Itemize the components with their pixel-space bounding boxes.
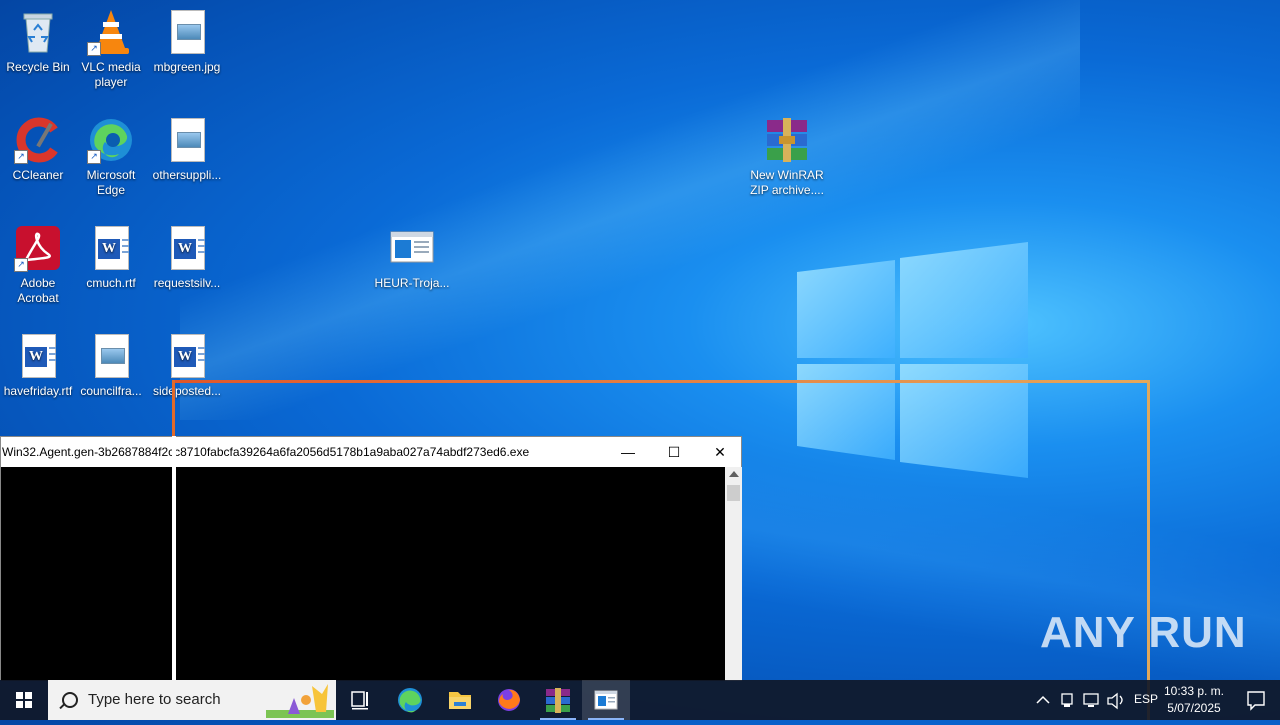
windows-start-icon (16, 692, 32, 708)
icon-label: Adobe Acrobat (17, 276, 59, 305)
shortcut-arrow-icon: ↗ (87, 150, 101, 164)
highlight-line-left (172, 380, 175, 440)
icon-label: VLC media player (81, 60, 141, 89)
taskbar-file-explorer[interactable] (436, 680, 484, 720)
icon-label: havefriday.rtf (3, 384, 73, 398)
desktop-icon-adobe-acrobat[interactable]: ↗ Adobe Acrobat (0, 220, 76, 306)
icon-label: HEUR-Troja... (374, 276, 450, 290)
window-title: Win32.Agent.gen-3b2687884f2cc8710fabcfa3… (2, 445, 530, 459)
image-file-icon (163, 8, 211, 56)
search-placeholder: Type here to search (88, 691, 221, 708)
taskbar-firefox[interactable] (485, 680, 533, 720)
vlc-cone-icon: ↗ (87, 8, 135, 56)
highlight-line-white (172, 436, 176, 720)
scrollbar-thumb[interactable] (727, 485, 740, 501)
search-icon (62, 692, 78, 708)
icon-label: requestsilv... (153, 276, 221, 290)
icon-label: othersuppli... (152, 168, 222, 182)
desktop-icon-heur-troja[interactable]: HEUR-Troja... (374, 220, 450, 291)
desktop-icon-edge[interactable]: ↗ Microsoft Edge (73, 112, 149, 198)
maximize-button[interactable]: ☐ (651, 437, 697, 467)
recycle-bin-icon (14, 8, 62, 56)
image-file-icon (87, 332, 135, 380)
folder-icon (449, 692, 471, 709)
chevron-up-icon[interactable] (1036, 695, 1050, 704)
taskbar: Type here to search ESP 10:33 p. m. 5/07… (0, 680, 1280, 720)
desktop-icon-winrar-archive[interactable]: New WinRAR ZIP archive.... (749, 112, 825, 198)
scroll-up-arrow-icon[interactable] (729, 471, 739, 477)
clock-time: 10:33 p. m. (1163, 684, 1225, 698)
firefox-icon (498, 689, 520, 711)
icon-label: Recycle Bin (6, 60, 70, 74)
desktop-icon-recycle-bin[interactable]: Recycle Bin (0, 4, 76, 75)
desktop-icon-councilfra[interactable]: councilfra... (73, 328, 149, 399)
minimize-button[interactable]: — (605, 437, 651, 467)
close-button[interactable]: ✕ (697, 437, 743, 467)
icon-label: cmuch.rtf (86, 276, 136, 290)
anyrun-watermark: ANY RUN (1040, 608, 1247, 657)
executable-window-icon (388, 224, 436, 272)
task-view-icon (351, 691, 368, 710)
word-document-icon: W (14, 332, 62, 380)
desktop-icon-othersuppli[interactable]: othersuppli... (149, 112, 225, 183)
desktop-icon-ccleaner[interactable]: ↗ CCleaner (0, 112, 76, 183)
icon-label: mbgreen.jpg (153, 60, 221, 74)
taskbar-edge[interactable] (386, 680, 434, 720)
meet-now-icon[interactable] (1061, 693, 1073, 707)
taskbar-console-app[interactable] (582, 680, 630, 720)
image-file-icon (163, 116, 211, 164)
ccleaner-icon: ↗ (14, 116, 62, 164)
taskbar-search-box[interactable]: Type here to search (48, 680, 336, 720)
highlight-line-right (1147, 380, 1150, 720)
clock-date: 5/07/2025 (1167, 701, 1221, 715)
task-view-button[interactable] (336, 680, 384, 720)
vertical-scrollbar[interactable] (725, 467, 742, 681)
shortcut-arrow-icon: ↗ (87, 42, 101, 56)
edge-icon (398, 688, 422, 713)
window-titlebar[interactable]: Win32.Agent.gen-3b2687884f2cc8710fabcfa3… (1, 437, 741, 467)
shortcut-arrow-icon: ↗ (14, 258, 28, 272)
start-button[interactable] (0, 680, 48, 720)
executable-window-icon (594, 690, 618, 710)
taskbar-winrar[interactable] (534, 680, 582, 720)
desktop-icon-sideposted[interactable]: W sideposted... (149, 328, 225, 399)
icon-label: Microsoft Edge (86, 168, 136, 197)
language-indicator[interactable]: ESP (1134, 692, 1158, 706)
desktop-icon-cmuch[interactable]: W cmuch.rtf (73, 220, 149, 291)
console-window[interactable]: Win32.Agent.gen-3b2687884f2cc8710fabcfa3… (0, 436, 742, 681)
system-tray: ESP (1030, 680, 1158, 720)
desktop-icon-havefriday[interactable]: W havefriday.rtf (0, 328, 76, 399)
windows-logo-wallpaper (797, 242, 1028, 478)
word-document-icon: W (163, 224, 211, 272)
word-document-icon: W (163, 332, 211, 380)
icon-label: CCleaner (12, 168, 64, 182)
desktop-icon-requestsilv[interactable]: W requestsilv... (149, 220, 225, 291)
icon-label: councilfra... (80, 384, 142, 398)
word-document-icon: W (87, 224, 135, 272)
volume-icon[interactable] (1107, 692, 1123, 710)
shortcut-arrow-icon: ↗ (14, 150, 28, 164)
icon-label: sideposted... (152, 384, 222, 398)
taskbar-clock[interactable]: 10:33 p. m. 5/07/2025 (1156, 683, 1232, 717)
search-highlight-flowers-icon (266, 684, 334, 718)
edge-icon: ↗ (87, 116, 135, 164)
network-icon[interactable] (1083, 693, 1099, 707)
winrar-icon (546, 688, 570, 713)
icon-label: New WinRAR ZIP archive.... (750, 168, 824, 197)
winrar-archive-icon (763, 116, 811, 164)
desktop-icon-vlc[interactable]: ↗ VLC media player (73, 4, 149, 90)
notifications-button[interactable] (1232, 680, 1280, 720)
desktop-icon-mbgreen[interactable]: mbgreen.jpg (149, 4, 225, 75)
highlight-line-top (172, 380, 1150, 383)
console-output-area[interactable] (1, 467, 725, 681)
acrobat-icon: ↗ (14, 224, 62, 272)
notification-icon (1247, 691, 1265, 711)
